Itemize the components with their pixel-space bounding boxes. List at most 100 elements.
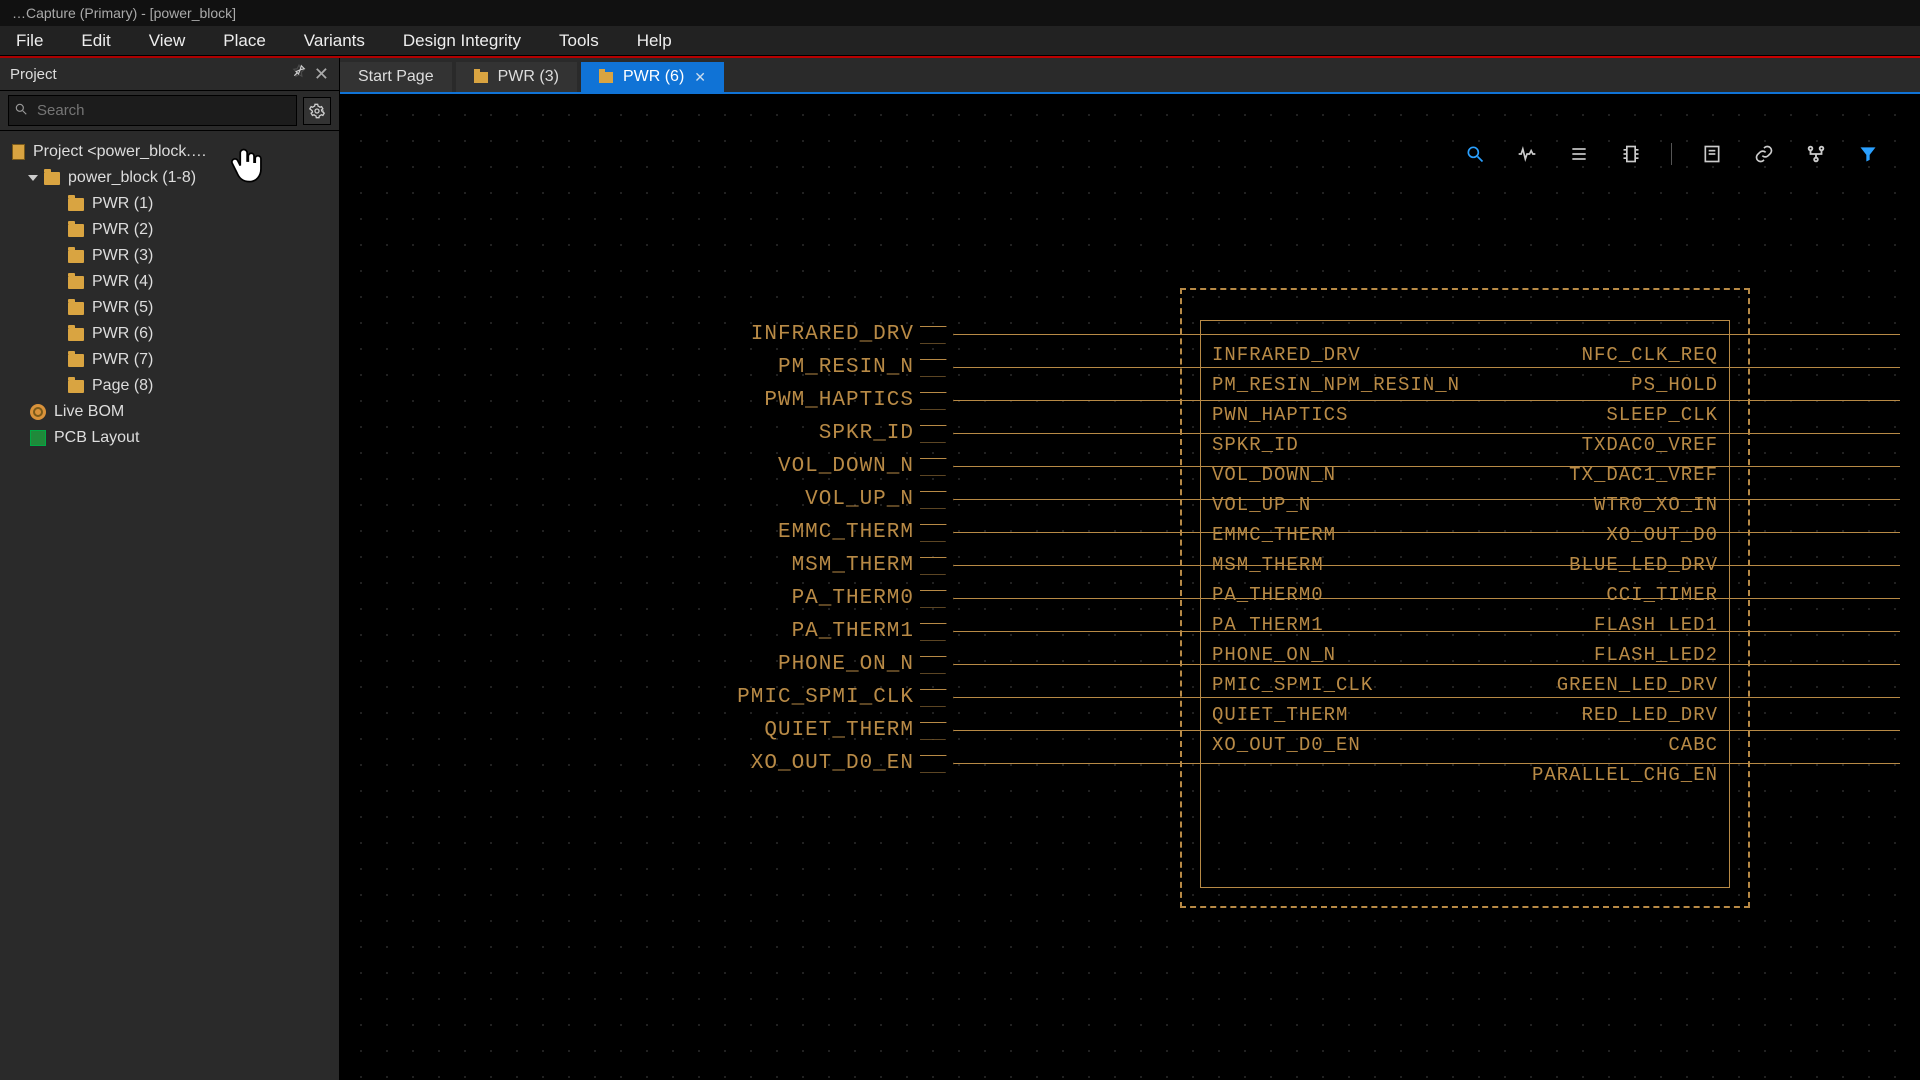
- pin-label: CCI_TIMER: [1532, 580, 1718, 610]
- caret-icon: [28, 175, 38, 181]
- tree-page[interactable]: PWR (6): [6, 321, 333, 347]
- close-icon[interactable]: ✕: [314, 64, 329, 85]
- port-icon: [920, 458, 954, 476]
- net-label: EMMC_THERM: [490, 521, 920, 544]
- pin-label: INFRARED_DRV: [1212, 340, 1460, 370]
- tab-label: Start Page: [358, 68, 434, 86]
- menu-tools[interactable]: Tools: [559, 31, 599, 51]
- tree-page-label: Page (8): [92, 377, 153, 395]
- net-label: PA_THERM0: [490, 587, 920, 610]
- tab[interactable]: PWR (3): [456, 62, 577, 92]
- tree-page-label: PWR (1): [92, 195, 153, 213]
- folder-icon: [44, 172, 60, 185]
- pin-label: XO_OUT_D0_EN: [1212, 730, 1460, 760]
- pin-label: PA_THERM1: [1212, 610, 1460, 640]
- pin-label: PS_HOLD: [1532, 370, 1718, 400]
- net-label: VOL_DOWN_N: [490, 455, 920, 478]
- port-icon: [920, 722, 954, 740]
- pin-label: TX_DAC1_VREF: [1532, 460, 1718, 490]
- tree-live-bom[interactable]: Live BOM: [6, 399, 333, 425]
- live-bom-label: Live BOM: [54, 403, 124, 421]
- pin-label: VOL_UP_N: [1212, 490, 1460, 520]
- net-label: INFRARED_DRV: [490, 323, 920, 346]
- tree-design[interactable]: power_block (1-8): [6, 165, 333, 191]
- tree-page-label: PWR (4): [92, 273, 153, 291]
- port-icon: [920, 623, 954, 641]
- tabstrip: Start Page PWR (3) PWR (6)✕: [340, 58, 1920, 94]
- menu-file[interactable]: File: [16, 31, 43, 51]
- canvas-area[interactable]: Start PagePWR (3)PWR (6)✕ INFRA: [340, 58, 1920, 1080]
- project-panel: Project ✕ Project <power_block.…: [0, 58, 340, 1080]
- net-label: QUIET_THERM: [490, 719, 920, 742]
- tree-root-label: Project <power_block.…: [33, 143, 207, 161]
- net-label: PM_RESIN_N: [490, 356, 920, 379]
- panel-header: Project ✕: [0, 58, 339, 90]
- tree-page-label: PWR (6): [92, 325, 153, 343]
- tree-page[interactable]: PWR (2): [6, 217, 333, 243]
- tree-page[interactable]: PWR (7): [6, 347, 333, 373]
- folder-icon: [68, 328, 84, 341]
- tab-label: PWR (3): [498, 68, 559, 86]
- component-block[interactable]: INFRARED_DRVPM_RESIN_NPM_RESIN_NPWN_HAPT…: [1180, 288, 1750, 908]
- pin-label: FLASH_LED2: [1532, 640, 1718, 670]
- net-label: PA_THERM1: [490, 620, 920, 643]
- menu-design-integrity[interactable]: Design Integrity: [403, 31, 521, 51]
- search-input[interactable]: [8, 95, 297, 126]
- net-label: XO_OUT_D0_EN: [490, 752, 920, 775]
- tree-page[interactable]: PWR (4): [6, 269, 333, 295]
- menu-edit[interactable]: Edit: [81, 31, 110, 51]
- pin-label: VOL_DOWN_N: [1212, 460, 1460, 490]
- pin-label: BLUE_LED_DRV: [1532, 550, 1718, 580]
- menu-help[interactable]: Help: [637, 31, 672, 51]
- tree-design-label: power_block (1-8): [68, 169, 196, 187]
- pin-label: EMMC_THERM: [1212, 520, 1460, 550]
- folder-icon: [68, 380, 84, 393]
- pin-label: QUIET_THERM: [1212, 700, 1460, 730]
- menu-place[interactable]: Place: [223, 31, 266, 51]
- net-label: SPKR_ID: [490, 422, 920, 445]
- tree-page-label: PWR (5): [92, 299, 153, 317]
- net-label: PHONE_ON_N: [490, 653, 920, 676]
- port-icon: [920, 524, 954, 542]
- pin-label: CABC: [1532, 730, 1718, 760]
- tab[interactable]: PWR (6)✕: [581, 62, 724, 92]
- tree-page[interactable]: PWR (5): [6, 295, 333, 321]
- net-label: VOL_UP_N: [490, 488, 920, 511]
- pin-label: FLASH_LED1: [1532, 610, 1718, 640]
- tree-page-label: PWR (2): [92, 221, 153, 239]
- menu-variants[interactable]: Variants: [304, 31, 365, 51]
- pin-icon[interactable]: [292, 64, 306, 85]
- pin-label: MSM_THERM: [1212, 550, 1460, 580]
- port-icon: [920, 392, 954, 410]
- port-icon: [920, 755, 954, 773]
- port-icon: [920, 359, 954, 377]
- folder-icon: [474, 72, 488, 83]
- pin-label: RED_LED_DRV: [1532, 700, 1718, 730]
- gear-icon[interactable]: [303, 97, 331, 125]
- tab[interactable]: Start Page: [340, 62, 452, 92]
- close-icon[interactable]: ✕: [694, 69, 706, 86]
- pin-label: WTR0_XO_IN: [1532, 490, 1718, 520]
- tree-page[interactable]: Page (8): [6, 373, 333, 399]
- pin-label: PA_THERM0: [1212, 580, 1460, 610]
- pin-label: PARALLEL_CHG_EN: [1532, 760, 1718, 790]
- folder-icon: [68, 198, 84, 211]
- port-icon: [920, 491, 954, 509]
- pin-label: PM_RESIN_NPM_RESIN_N: [1212, 370, 1460, 400]
- project-tree: Project <power_block.… power_block (1-8)…: [0, 131, 339, 459]
- tree-page[interactable]: PWR (1): [6, 191, 333, 217]
- project-icon: [12, 144, 25, 160]
- search-row: [0, 90, 339, 131]
- tree-root[interactable]: Project <power_block.…: [6, 139, 333, 165]
- port-icon: [920, 590, 954, 608]
- net-label: PMIC_SPMI_CLK: [490, 686, 920, 709]
- menu-view[interactable]: View: [149, 31, 186, 51]
- pin-label: GREEN_LED_DRV: [1532, 670, 1718, 700]
- window-titlebar: …Capture (Primary) - [power_block]: [0, 0, 1920, 26]
- pin-label: SLEEP_CLK: [1532, 400, 1718, 430]
- folder-icon: [599, 72, 613, 83]
- tree-pcb-layout[interactable]: PCB Layout: [6, 425, 333, 451]
- port-icon: [920, 656, 954, 674]
- block-pins-left: INFRARED_DRVPM_RESIN_NPM_RESIN_NPWN_HAPT…: [1212, 340, 1460, 760]
- tree-page[interactable]: PWR (3): [6, 243, 333, 269]
